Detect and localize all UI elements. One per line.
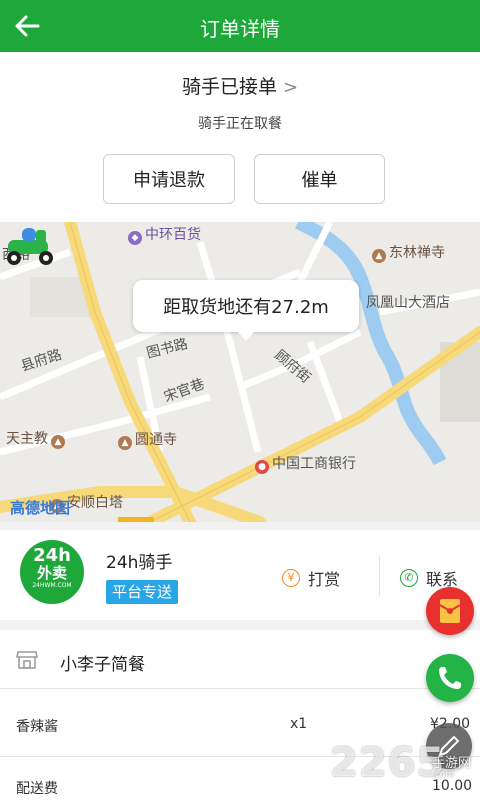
distance-bubble: 距取货地还有27.2m (133, 280, 359, 341)
order-status-label: 骑手已接单 (181, 76, 277, 98)
phone-icon: ✆ (400, 569, 418, 587)
rider-name: 24h骑手 (106, 553, 173, 573)
map-roads (0, 222, 480, 522)
map-label-text: 东林禅寺 (389, 245, 445, 261)
map-label-icbc: ● 中国工商银行 (255, 453, 356, 474)
apply-refund-button[interactable]: 申请退款 (103, 154, 235, 204)
church-icon: ▲ (51, 435, 65, 449)
store-icon (16, 651, 38, 669)
map-label-text: 安顺白塔 (67, 495, 123, 511)
temple-icon: ▲ (118, 436, 132, 450)
delivery-map[interactable]: ◆中环百货 ▲东林禅寺 西路 凤凰山大酒店 县府路 图书路 顾府街 宋官巷 天主… (0, 222, 480, 522)
top-bar: 订单详情 (0, 0, 480, 52)
map-label-text: 中国工商银行 (272, 456, 356, 472)
map-scale-marker (118, 517, 154, 522)
map-label-donglin: ▲ 东林禅寺 (372, 242, 445, 263)
map-label-tianzhu: 天主教 ▲ (6, 428, 68, 449)
logo-sub-text: 外卖 (36, 564, 67, 582)
platform-logo: 24h 外卖 24HWM.COM (20, 540, 84, 604)
urge-order-button[interactable]: 催单 (254, 154, 385, 204)
delivery-type-badge: 平台专送 (106, 580, 179, 604)
logo-main-text: 24h (33, 545, 71, 566)
watermark-cn: 手游网 (432, 756, 472, 771)
order-status-subtitle: 骑手正在取餐 (198, 116, 282, 132)
red-envelope-icon (439, 599, 461, 623)
watermark-logo: 2265 (330, 740, 446, 786)
yuan-coin-icon: ¥ (282, 569, 300, 587)
phone-icon (439, 667, 461, 689)
divider (0, 688, 480, 689)
map-label-text: 天主教 (6, 431, 48, 447)
item-qty: x1 (290, 716, 308, 732)
chevron-right-icon: > (282, 77, 299, 98)
divider (379, 556, 380, 596)
order-status-section: 骑手已接单 > 骑手正在取餐 申请退款 催单 (0, 52, 480, 222)
item-name: 香辣酱 (16, 719, 58, 735)
map-label-yuantong: ▲ 圆通寺 (118, 429, 177, 450)
delivery-fee-label: 配送费 (16, 781, 58, 797)
logo-site-text: 24HWM.COM (32, 582, 72, 589)
map-label-text: 中环百货 (145, 227, 201, 243)
temple-icon: ▲ (372, 249, 386, 263)
rider-scooter-icon (7, 228, 53, 265)
page-title: 订单详情 (200, 17, 280, 41)
bank-icon: ● (255, 460, 269, 474)
map-label-text: 圆通寺 (135, 432, 177, 448)
red-envelope-button[interactable] (426, 587, 474, 635)
map-label-zhonghuan: ◆ 中环百货 (128, 224, 201, 245)
shopping-icon: ◆ (128, 231, 142, 245)
order-status-title[interactable]: 骑手已接单 > (0, 72, 480, 99)
tip-button[interactable]: ¥ 打赏 (282, 566, 340, 590)
map-label-fenghuang: 凤凰山大酒店 (366, 295, 450, 311)
shop-name[interactable]: 小李子简餐 (60, 650, 145, 675)
amap-logo: 高德地图 (10, 499, 71, 517)
watermark-site: .com (432, 770, 455, 780)
call-button[interactable] (426, 654, 474, 702)
rider-card: 24h 外卖 24HWM.COM 24h骑手 平台专送 ¥ 打赏 ✆ 联系 (0, 530, 480, 620)
tip-label: 打赏 (308, 570, 341, 589)
